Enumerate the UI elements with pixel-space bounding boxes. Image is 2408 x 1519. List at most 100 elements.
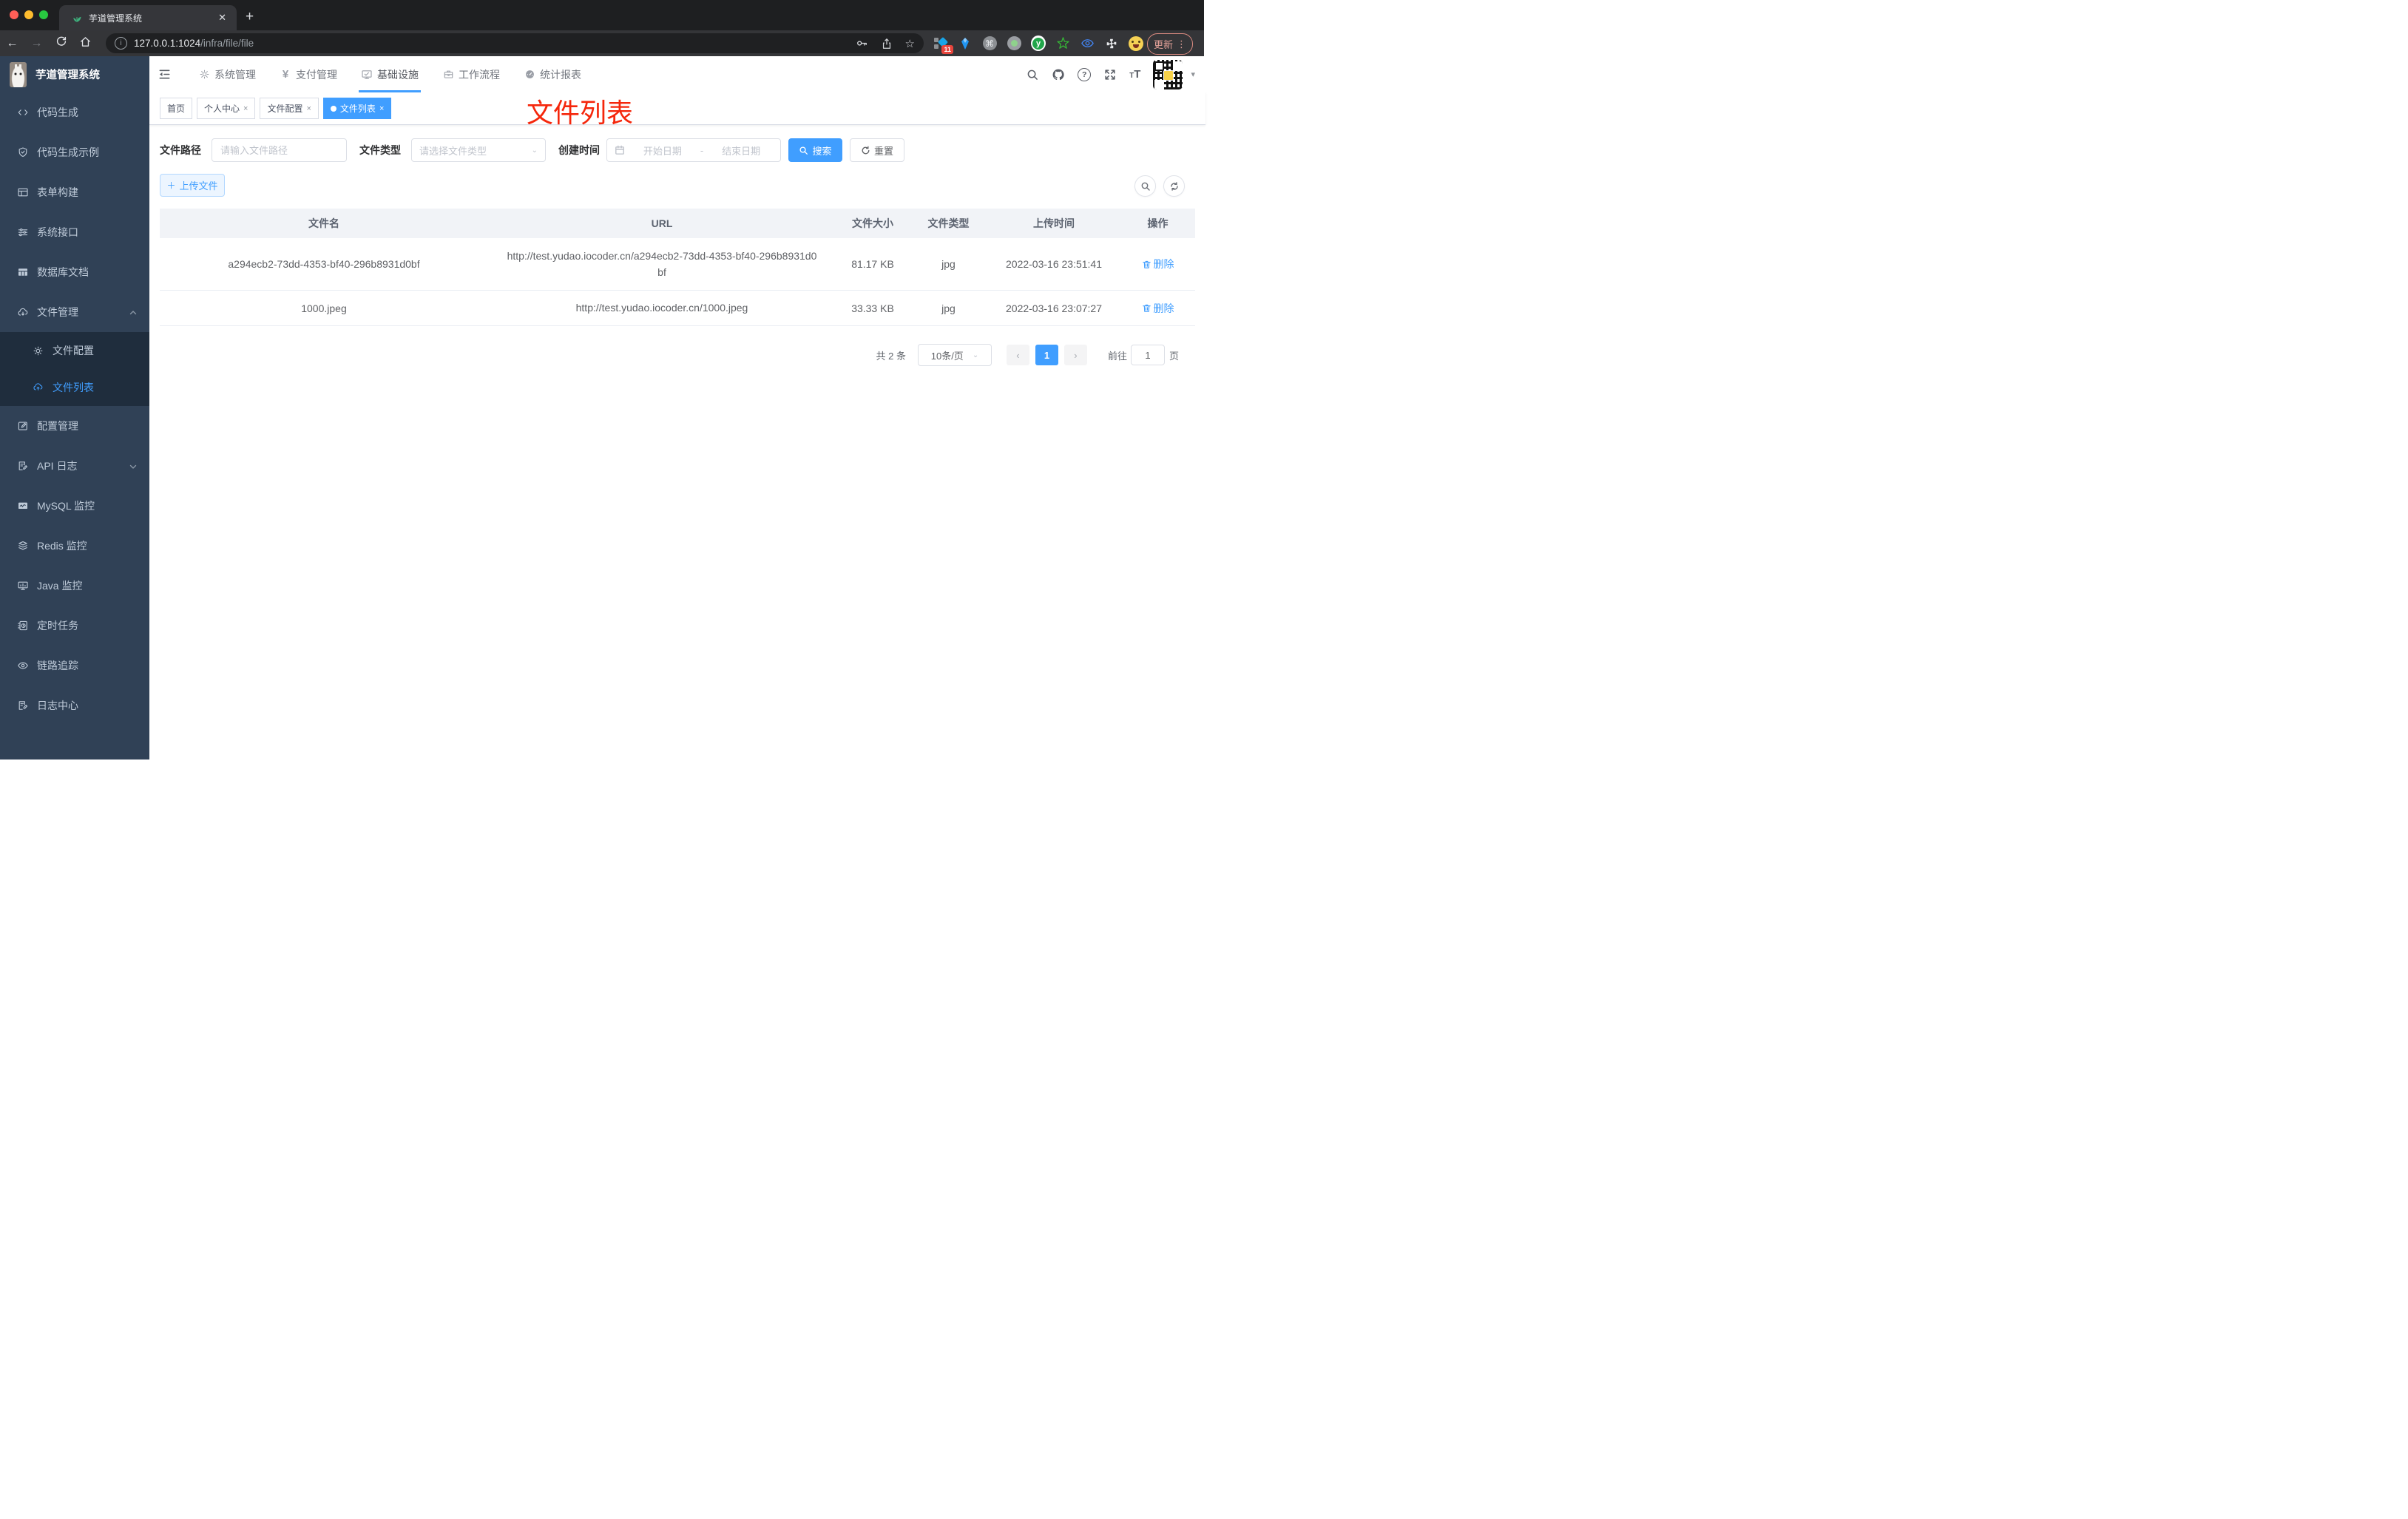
page-1-button[interactable]: 1 (1035, 345, 1058, 365)
file-type-placeholder: 请选择文件类型 (419, 145, 487, 157)
sidebar-item-db-doc[interactable]: 数据库文档 (0, 252, 149, 292)
address-bar[interactable]: i 127.0.0.1:1024/infra/file/file ☆ (106, 33, 924, 53)
browser-menu-dots-icon[interactable]: ⋮ (1177, 38, 1186, 50)
share-icon[interactable] (881, 38, 893, 50)
delete-button[interactable]: 删除 (1142, 257, 1174, 271)
minimize-window-button[interactable] (24, 10, 33, 19)
prev-page-button[interactable]: ‹ (1006, 345, 1029, 365)
start-date-placeholder[interactable]: 开始日期 (631, 143, 694, 158)
bookmark-star-icon[interactable]: ☆ (905, 37, 915, 50)
tag-close-icon[interactable]: × (379, 104, 384, 113)
sidebar-item-java-monitor[interactable]: Java 监控 (0, 566, 149, 606)
topnav-system-management[interactable]: 系统管理 (196, 56, 258, 92)
topnav-payment-management[interactable]: ¥ 支付管理 (277, 56, 339, 92)
tag-profile[interactable]: 个人中心 × (197, 98, 256, 119)
browser-tabstrip: 芋道管理系统 ✕ + (0, 0, 1204, 30)
avatar-qr-image[interactable] (1153, 59, 1183, 89)
table-toolbar: ＋ 上传文件 (160, 174, 1195, 197)
extension-eye-icon[interactable] (1080, 36, 1095, 51)
delete-button[interactable]: 删除 (1142, 301, 1174, 316)
extension-grid-icon[interactable]: 11 (933, 36, 953, 54)
new-tab-button[interactable]: + (246, 7, 254, 27)
delete-label: 删除 (1153, 302, 1174, 314)
upload-file-button[interactable]: ＋ 上传文件 (160, 174, 225, 197)
sidebar-item-log-center[interactable]: 日志中心 (0, 686, 149, 725)
tab-close-icon[interactable]: ✕ (215, 12, 229, 24)
extension-command-icon[interactable]: ⌘ (982, 36, 997, 51)
extension-badge: 11 (941, 44, 953, 54)
sidebar-item-label: 数据库文档 (37, 266, 89, 278)
reload-button[interactable] (49, 35, 73, 51)
avatar-caret-icon[interactable]: ▾ (1191, 70, 1195, 79)
toggle-search-button[interactable] (1134, 175, 1156, 197)
next-page-button[interactable]: › (1063, 345, 1087, 365)
sliders-icon (17, 226, 29, 238)
browser-tab[interactable]: 芋道管理系统 ✕ (59, 5, 237, 30)
search-button[interactable]: 搜索 (788, 138, 842, 162)
search-icon[interactable] (1026, 68, 1039, 81)
sidebar-collapse-icon[interactable] (152, 56, 177, 92)
sidebar-item-scheduled-tasks[interactable]: 定时任务 (0, 606, 149, 646)
zoom-window-button[interactable] (39, 10, 48, 19)
cell-size: 81.17 KB (851, 258, 894, 270)
forward-button[interactable]: → (24, 37, 49, 50)
close-window-button[interactable] (10, 10, 18, 19)
profile-avatar-icon[interactable] (1129, 35, 1143, 51)
url-host: 127.0.0.1:1024 (134, 38, 201, 49)
sidebar-item-config-management[interactable]: 配置管理 (0, 406, 149, 446)
sidebar-item-mysql-monitor[interactable]: MySQL 监控 (0, 486, 149, 526)
page: 芋道管理系统 ✕ + ← → i 127.0.0.1:1024/infra/fi… (0, 0, 1205, 760)
password-key-icon[interactable] (856, 37, 868, 50)
refresh-table-button[interactable] (1163, 175, 1185, 197)
sidebar-item-redis-monitor[interactable]: Redis 监控 (0, 526, 149, 566)
url-text[interactable]: 127.0.0.1:1024/infra/file/file (134, 38, 254, 49)
window-controls[interactable] (10, 10, 48, 19)
sidebar-item-code-example[interactable]: 代码生成示例 (0, 132, 149, 172)
help-icon[interactable]: ? (1078, 67, 1092, 81)
topnav-label: 统计报表 (540, 68, 581, 81)
sidebar-logo[interactable]: 芋道管理系统 (0, 56, 149, 92)
file-type-select[interactable]: 请选择文件类型 ⌄ (411, 138, 546, 162)
goto-page-input[interactable] (1130, 345, 1165, 365)
page-size-select[interactable]: 10条/页 ⌄ (917, 344, 992, 366)
extension-gem-icon[interactable] (958, 36, 973, 51)
sidebar-item-form-builder[interactable]: 表单构建 (0, 172, 149, 212)
topnav-statistics[interactable]: 统计报表 (521, 56, 584, 92)
home-button[interactable] (73, 35, 98, 52)
file-path-input[interactable] (212, 138, 347, 162)
tag-close-icon[interactable]: × (243, 104, 248, 113)
cell-time: 2022-03-16 23:51:41 (1006, 258, 1102, 270)
site-info-icon[interactable]: i (115, 37, 127, 50)
fullscreen-icon[interactable] (1103, 68, 1117, 81)
tag-home[interactable]: 首页 (160, 98, 193, 119)
topnav-workflow[interactable]: 工作流程 (440, 56, 502, 92)
sidebar-item-file-list[interactable]: 文件列表 (0, 369, 149, 406)
pagination-total: 共 2 条 (876, 350, 906, 362)
back-button[interactable]: ← (0, 37, 24, 50)
col-header-actions: 操作 (1147, 217, 1169, 229)
sidebar-item-api-log[interactable]: API 日志 (0, 446, 149, 486)
tag-close-icon[interactable]: × (306, 104, 311, 113)
sidebar-item-tracing[interactable]: 链路追踪 (0, 646, 149, 686)
pagination: 共 2 条 10条/页 ⌄ ‹ 1 › 前往 页 (160, 344, 1195, 366)
font-size-icon[interactable]: TT (1129, 68, 1140, 81)
table-grid-icon (17, 266, 29, 278)
url-path: /infra/file/file (200, 38, 254, 49)
extension-dot-icon[interactable] (1007, 36, 1021, 51)
extension-y-icon[interactable]: y (1031, 35, 1046, 51)
browser-update-button[interactable]: 更新 ⋮ (1147, 33, 1193, 55)
date-range-picker[interactable]: 开始日期 - 结束日期 (606, 138, 781, 162)
extensions-puzzle-icon[interactable] (1104, 36, 1119, 51)
reset-button[interactable]: 重置 (850, 138, 904, 162)
tag-file-config[interactable]: 文件配置 × (260, 98, 319, 119)
end-date-placeholder[interactable]: 结束日期 (709, 143, 773, 158)
sidebar-item-file-management[interactable]: 文件管理 (0, 292, 149, 332)
extension-star-icon[interactable] (1055, 36, 1070, 51)
tag-file-list[interactable]: 文件列表 × (322, 98, 392, 119)
sidebar-item-system-api[interactable]: 系统接口 (0, 212, 149, 252)
cell-url: http://test.yudao.iocoder.cn/a294ecb2-73… (507, 249, 817, 278)
sidebar-item-code-generation[interactable]: 代码生成 (0, 92, 149, 132)
github-icon[interactable] (1052, 68, 1065, 81)
sidebar-item-file-config[interactable]: 文件配置 (0, 332, 149, 369)
topnav-infrastructure[interactable]: 基础设施 (359, 56, 421, 92)
